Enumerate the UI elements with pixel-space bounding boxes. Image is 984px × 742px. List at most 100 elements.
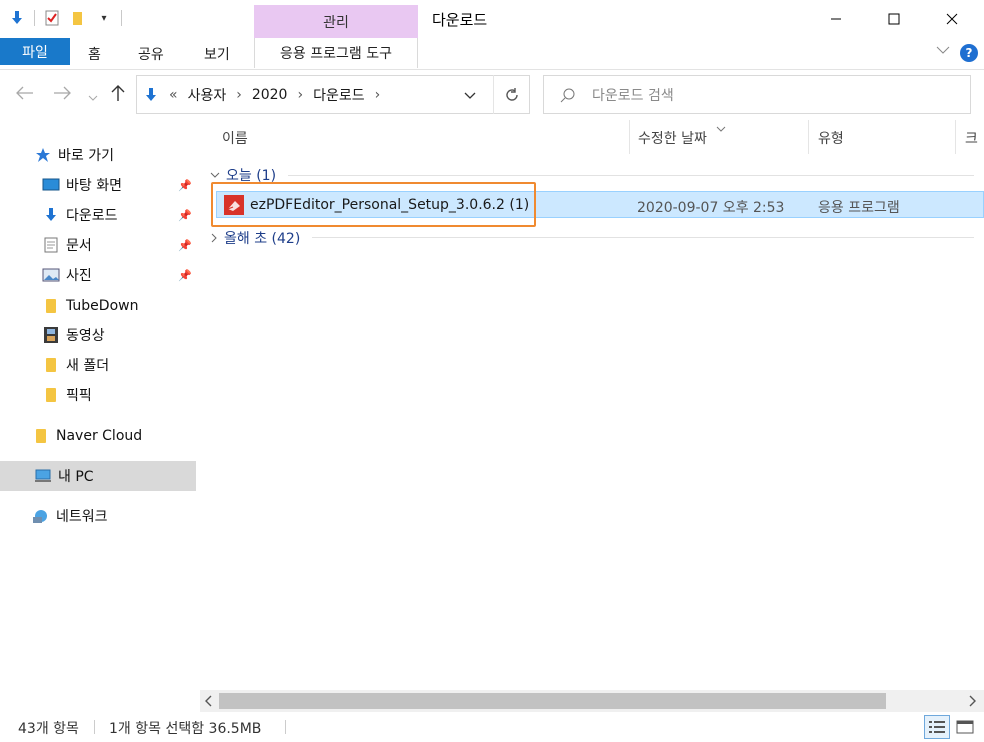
scroll-right-icon[interactable] <box>968 695 976 711</box>
address-dropdown-icon[interactable] <box>464 88 476 104</box>
back-arrow-icon[interactable] <box>16 84 34 105</box>
divider <box>94 720 95 734</box>
download-icon <box>42 206 60 224</box>
chevron-right-icon[interactable]: › <box>297 87 303 103</box>
tab-view[interactable]: 보기 <box>204 44 230 64</box>
divider[interactable] <box>808 120 809 154</box>
refresh-button[interactable] <box>493 75 530 114</box>
sidebar-item-documents[interactable]: 문서 📌 <box>0 230 196 260</box>
chevron-right-icon[interactable]: › <box>236 87 242 103</box>
download-folder-icon <box>143 87 159 103</box>
sidebar-item-label: 다운로드 <box>66 208 118 224</box>
details-view-button[interactable] <box>924 715 950 739</box>
chevron-down-icon <box>210 171 220 179</box>
properties-icon[interactable] <box>43 9 61 27</box>
window-title: 다운로드 <box>432 11 488 29</box>
sidebar-item-videos[interactable]: 동영상 <box>0 320 196 350</box>
sidebar-item-naver-cloud[interactable]: Naver Cloud <box>0 421 196 451</box>
group-label: 올해 초 (42) <box>224 231 301 247</box>
file-name: ezPDFEditor_Personal_Setup_3.0.6.2 (1) <box>250 197 530 213</box>
customize-toolbar-icon[interactable]: ▾ <box>95 9 113 27</box>
application-icon <box>224 195 244 215</box>
sidebar-item-label: 동영상 <box>66 328 105 344</box>
minimize-button[interactable] <box>813 0 859 38</box>
divider[interactable] <box>955 120 956 154</box>
close-button[interactable] <box>929 0 975 38</box>
column-date-modified[interactable]: 수정한 날짜 <box>638 128 707 148</box>
navigation-pane: 바로 가기 바탕 화면 📌 다운로드 📌 문서 📌 사진 📌 TubeDown … <box>0 120 200 690</box>
tab-share[interactable]: 공유 <box>138 44 164 64</box>
sidebar-item-new-folder[interactable]: 새 폴더 <box>0 350 196 380</box>
pin-icon[interactable]: 📌 <box>178 209 192 222</box>
divider <box>34 10 35 26</box>
computer-icon <box>34 467 52 485</box>
sidebar-item-pictures[interactable]: 사진 📌 <box>0 260 196 290</box>
sidebar-item-picpick[interactable]: 픽픽 <box>0 380 196 410</box>
desktop-icon <box>42 176 60 194</box>
sidebar-item-label: 픽픽 <box>66 388 92 404</box>
network-icon <box>32 507 50 525</box>
document-icon <box>42 236 60 254</box>
scrollbar-thumb[interactable] <box>219 693 886 709</box>
sidebar-item-downloads[interactable]: 다운로드 📌 <box>0 200 196 230</box>
divider <box>312 237 974 238</box>
breadcrumb-overflow[interactable]: « <box>169 87 178 103</box>
pin-icon[interactable]: 📌 <box>178 269 192 282</box>
scroll-left-icon[interactable] <box>205 695 213 711</box>
forward-arrow-icon[interactable] <box>53 84 71 105</box>
breadcrumb-downloads[interactable]: 다운로드 <box>313 85 365 105</box>
sidebar-item-desktop[interactable]: 바탕 화면 📌 <box>0 170 196 200</box>
up-arrow-icon[interactable] <box>111 84 125 107</box>
sidebar-item-label: 새 폴더 <box>66 358 110 374</box>
sidebar-item-quick-access[interactable]: 바로 가기 <box>0 140 196 170</box>
selection-info: 1개 항목 선택함 36.5MB <box>109 721 262 737</box>
file-type: 응용 프로그램 <box>818 200 900 216</box>
pin-icon[interactable]: 📌 <box>178 179 192 192</box>
breadcrumb-users[interactable]: 사용자 <box>188 85 227 105</box>
column-name[interactable]: 이름 <box>222 128 248 148</box>
sidebar-item-label: 네트워크 <box>56 509 108 525</box>
divider <box>288 175 974 176</box>
large-icons-view-button[interactable] <box>952 715 978 739</box>
sidebar-item-label: 바탕 화면 <box>66 178 122 194</box>
file-date: 2020-09-07 오후 2:53 <box>637 200 785 216</box>
tab-home[interactable]: 홈 <box>88 44 101 64</box>
folder-icon <box>32 427 50 445</box>
chevron-right-icon[interactable]: › <box>375 87 381 103</box>
video-icon <box>42 326 60 344</box>
sidebar-item-label: 바로 가기 <box>58 148 114 164</box>
help-icon[interactable]: ? <box>960 44 978 62</box>
item-count: 43개 항목 <box>18 721 79 737</box>
sidebar-item-tubedown[interactable]: TubeDown <box>0 291 196 321</box>
breadcrumb-2020[interactable]: 2020 <box>252 87 288 103</box>
sort-indicator-icon <box>716 120 726 136</box>
sidebar-item-network[interactable]: 네트워크 <box>0 501 196 531</box>
sidebar-item-label: Naver Cloud <box>56 428 143 444</box>
star-icon <box>34 146 52 164</box>
divider[interactable] <box>629 120 630 154</box>
search-placeholder: 다운로드 검색 <box>592 87 674 104</box>
download-arrow-icon[interactable] <box>8 9 26 27</box>
folder-icon <box>42 386 60 404</box>
sidebar-item-this-pc[interactable]: 내 PC <box>0 461 196 491</box>
recent-locations-icon[interactable] <box>88 86 98 107</box>
expand-ribbon-icon[interactable] <box>936 44 950 58</box>
divider <box>121 10 122 26</box>
maximize-button[interactable] <box>871 0 917 38</box>
file-name-cell[interactable]: ezPDFEditor_Personal_Setup_3.0.6.2 (1) <box>224 195 529 215</box>
sidebar-item-label: 사진 <box>66 268 92 284</box>
tab-file[interactable]: 파일 <box>0 38 70 65</box>
pin-icon[interactable]: 📌 <box>178 239 192 252</box>
new-folder-icon[interactable] <box>69 9 87 27</box>
tab-application-tools[interactable]: 응용 프로그램 도구 <box>254 38 418 68</box>
status-bar: 43개 항목 1개 항목 선택함 36.5MB <box>0 712 984 742</box>
group-header-this-year[interactable]: 올해 초 (42) <box>210 228 300 248</box>
folder-icon <box>42 297 60 315</box>
tab-manage-context[interactable]: 관리 <box>254 5 418 38</box>
column-type[interactable]: 유형 <box>818 128 844 148</box>
column-size[interactable]: 크 <box>965 128 978 148</box>
sidebar-item-label: TubeDown <box>66 298 139 314</box>
search-input[interactable]: 다운로드 검색 <box>543 75 971 114</box>
chevron-right-icon <box>210 233 218 243</box>
column-header: 이름 수정한 날짜 유형 크 <box>210 120 984 154</box>
